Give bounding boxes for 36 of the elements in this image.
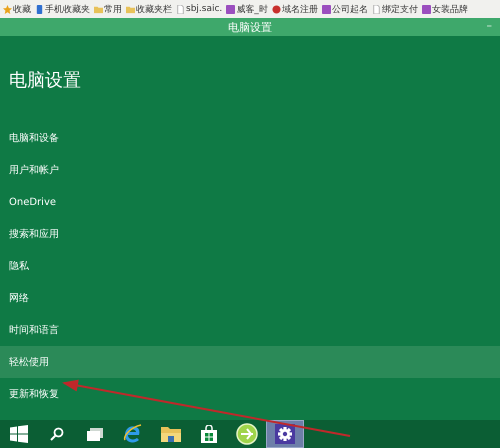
shopping-bag-icon[interactable] — [201, 425, 217, 443]
folder-icon — [126, 4, 135, 14]
page-heading: 电脑设置 — [9, 69, 82, 92]
settings-icon[interactable] — [275, 424, 295, 444]
folder-icon[interactable] — [161, 426, 181, 442]
star-icon — [3, 4, 12, 14]
app-icon — [226, 4, 236, 14]
settings-menu-item[interactable]: 搜索和应用 — [0, 218, 500, 250]
windows-start-icon[interactable] — [10, 425, 28, 443]
bookmark-link[interactable]: 手机收藏夹 — [45, 2, 90, 16]
settings-menu-item[interactable]: 用户和帐户 — [0, 154, 500, 186]
bookmark-link[interactable]: 收藏 — [13, 2, 31, 16]
settings-menu-item[interactable]: 轻松使用 — [0, 346, 500, 378]
bookmark-link[interactable]: 威客_时 — [236, 2, 268, 16]
task-view-icon[interactable] — [87, 428, 103, 440]
settings-menu-item[interactable]: OneDrive — [0, 186, 500, 218]
page-icon — [176, 4, 185, 14]
app-icon — [322, 4, 331, 14]
settings-menu-item[interactable]: 时间和语言 — [0, 314, 500, 346]
bookmark-link[interactable]: 收藏夹栏 — [136, 2, 172, 16]
bookmark-link[interactable]: 公司起名 — [332, 2, 368, 16]
window-title: 电脑设置 — [228, 20, 272, 34]
settings-menu-item[interactable]: 电脑和设备 — [0, 122, 500, 154]
browser-e-icon[interactable] — [123, 424, 143, 444]
search-icon[interactable] — [50, 427, 64, 441]
bookmark-link[interactable]: 常用 — [104, 2, 122, 16]
settings-menu-item[interactable]: 网络 — [0, 282, 500, 314]
bookmark-link[interactable]: 域名注册 — [282, 2, 318, 16]
bookmark-link[interactable]: 女装品牌 — [432, 2, 468, 16]
settings-menu-item[interactable]: 更新和恢复 — [0, 378, 500, 410]
settings-menu-item[interactable]: 隐私 — [0, 250, 500, 282]
app-icon — [422, 4, 431, 14]
bookmark-link[interactable]: sbj.saic. — [186, 4, 222, 14]
page-icon — [372, 4, 381, 14]
bookmark-link[interactable]: 绑定支付 — [382, 2, 418, 16]
folder-icon — [94, 4, 103, 14]
